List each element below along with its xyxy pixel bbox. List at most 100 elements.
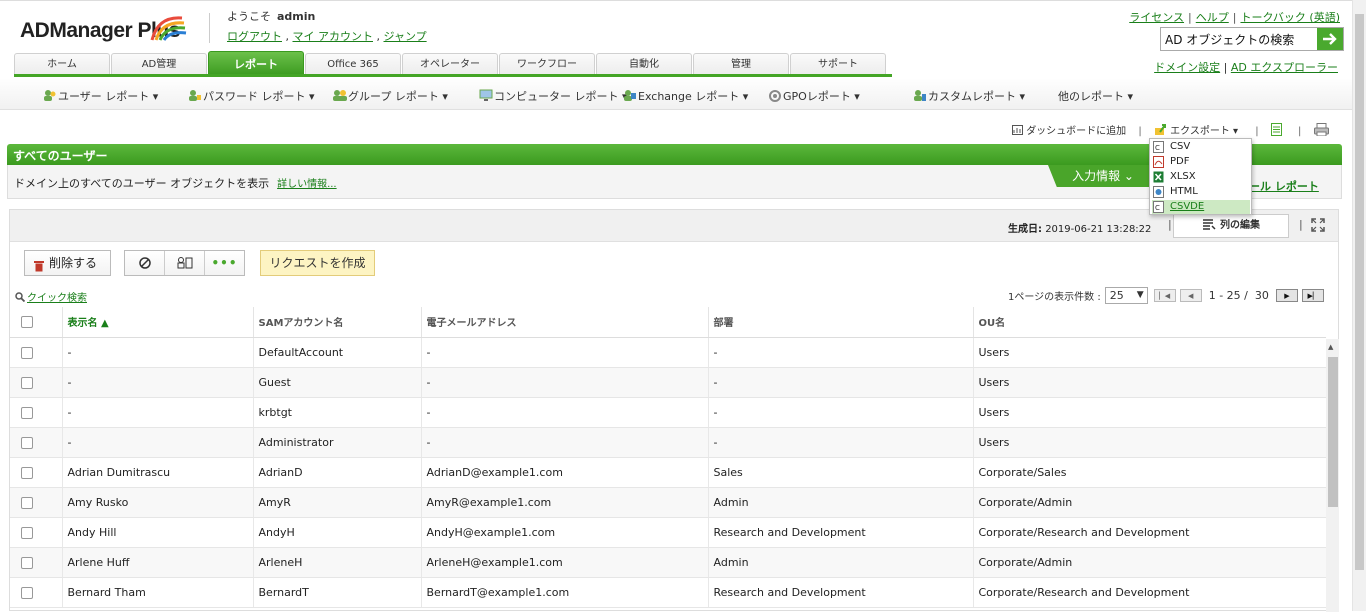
dashboard-icon (1012, 125, 1023, 137)
row-checkbox[interactable] (21, 346, 33, 359)
expand-icon[interactable] (1311, 218, 1325, 235)
more-info-link[interactable]: 詳しい情報... (277, 179, 337, 190)
table-row[interactable]: Adrian Dumitrascu AdrianD AdrianD@example1… (10, 457, 1326, 488)
my-account-link[interactable]: マイ アカウント (293, 30, 374, 43)
export-pdf[interactable]: PDF (1152, 155, 1250, 169)
tab-reports[interactable]: レポート (208, 51, 304, 76)
delete-button[interactable]: 削除する (24, 250, 111, 276)
tab-support[interactable]: サポート (790, 53, 886, 76)
row-checkbox[interactable] (21, 526, 33, 539)
csv-icon: C (1153, 141, 1164, 153)
export-label: PDF (1170, 156, 1190, 167)
row-checkbox[interactable] (21, 466, 33, 479)
cell-sam-account: BernardT (253, 577, 422, 608)
subnav-other-reports[interactable]: 他のレポート ▾ (1058, 88, 1133, 104)
column-ou[interactable]: OU名 (973, 307, 1326, 338)
table-row[interactable]: Andy Hill AndyH AndyH@example1.com Research… (10, 517, 1326, 548)
table-scroll-thumb[interactable] (1328, 357, 1338, 507)
first-page-button[interactable]: ▏◀ (1153, 289, 1176, 302)
edit-columns-button[interactable]: 列の編集 (1173, 214, 1289, 238)
tab-automation[interactable]: 自動化 (596, 53, 692, 76)
subnav-group-reports[interactable]: グループ レポート ▾ (333, 88, 448, 104)
tab-ad-management[interactable]: AD管理 (111, 53, 207, 76)
search-go-button[interactable] (1317, 28, 1343, 50)
report-description: ドメイン上のすべてのユーザー オブジェクトを表示 詳しい情報... (14, 175, 337, 191)
bulk-action-group: ••• (124, 250, 245, 276)
action-separator: | (1297, 126, 1302, 137)
print-icon[interactable] (1313, 123, 1329, 137)
cell-email: - (421, 427, 709, 458)
per-page-select[interactable]: 25 ▼ (1104, 287, 1148, 304)
help-link[interactable]: ヘルプ (1196, 11, 1229, 24)
subnav-gpo-reports[interactable]: GPOレポート ▾ (768, 88, 860, 104)
jump-link[interactable]: ジャンプ (384, 30, 427, 43)
subnav-user-reports[interactable]: ユーザー レポート ▾ (43, 88, 158, 104)
tab-admin[interactable]: 管理 (693, 53, 789, 76)
row-checkbox[interactable] (21, 496, 33, 509)
subnav-computer-reports[interactable]: コンピューター レポート ▾ (479, 88, 628, 104)
export-label: CSVDE (1170, 201, 1205, 212)
tab-office365[interactable]: Office 365 (305, 53, 401, 76)
pdf-icon (1153, 156, 1164, 168)
input-info-toggle[interactable]: 入力情報 ⌄ (1048, 165, 1158, 187)
subnav-exchange-reports[interactable]: Exchange レポート ▾ (623, 88, 748, 104)
export-csv[interactable]: C CSV (1152, 140, 1250, 154)
export-csvde[interactable]: C CSVDE (1152, 200, 1250, 214)
subnav-label: 他のレポート ▾ (1058, 90, 1134, 103)
username: admin (277, 10, 316, 23)
cell-email: BernardT@example1.com (421, 577, 709, 608)
table-row[interactable]: - krbtgt - - Users (10, 397, 1326, 428)
action-separator: | (1138, 126, 1142, 137)
column-email[interactable]: 電子メールアドレス (421, 307, 709, 338)
license-link[interactable]: ライセンス (1129, 11, 1184, 24)
exchange-icon (623, 89, 637, 102)
cell-display-name: - (62, 337, 254, 368)
table-row[interactable]: Amy Rusko AmyR AmyR@example1.com Admin Corpo… (10, 487, 1326, 518)
create-request-button[interactable]: リクエストを作成 (260, 250, 375, 276)
document-icon[interactable] (1270, 123, 1282, 137)
export-xlsx[interactable]: XLSX (1152, 170, 1250, 184)
disable-button[interactable] (125, 251, 165, 275)
row-checkbox[interactable] (21, 376, 33, 389)
cell-email: AndyH@example1.com (421, 517, 709, 548)
talkback-link[interactable]: トークバック (英語) (1240, 11, 1340, 24)
row-checkbox[interactable] (21, 586, 33, 599)
select-all-checkbox[interactable] (21, 315, 33, 328)
report-description-bar: ドメイン上のすべてのユーザー オブジェクトを表示 詳しい情報... 入力情報 ⌄ … (7, 165, 1342, 199)
export-dropdown[interactable]: エクスポート ▾ (1170, 126, 1238, 137)
table-row[interactable]: - DefaultAccount - - Users (10, 337, 1326, 368)
export-label: HTML (1170, 186, 1198, 197)
cell-email: AmyR@example1.com (421, 487, 709, 518)
domain-links: ドメイン設定 | AD エクスプローラー (1154, 61, 1338, 74)
table-row[interactable]: Arlene Huff ArleneH ArleneH@example1.com Ad… (10, 547, 1326, 578)
row-checkbox[interactable] (21, 436, 33, 449)
row-checkbox[interactable] (21, 556, 33, 569)
column-department[interactable]: 部署 (708, 307, 974, 338)
subnav-custom-reports[interactable]: カスタムレポート ▾ (913, 88, 1025, 104)
add-to-dashboard-link[interactable]: ダッシュボードに追加 (1026, 126, 1126, 137)
column-display-name[interactable]: 表示名 ▲ (62, 307, 254, 338)
tab-operators[interactable]: オペレーター (402, 53, 498, 76)
ad-explorer-link[interactable]: AD エクスプローラー (1231, 61, 1338, 74)
more-actions-button[interactable]: ••• (205, 251, 244, 275)
search-input[interactable]: AD オブジェクトの検索 (1161, 28, 1317, 50)
row-checkbox[interactable] (21, 406, 33, 419)
table-row[interactable]: - Guest - - Users (10, 367, 1326, 398)
move-user-button[interactable] (165, 251, 205, 275)
page-scroll-thumb[interactable] (1355, 14, 1364, 570)
table-row[interactable]: Bernard Tham BernardT BernardT@example1.co… (10, 577, 1326, 608)
next-page-button[interactable]: ▶ (1275, 289, 1298, 302)
column-sam-account[interactable]: SAMアカウント名 (253, 307, 422, 338)
subnav-password-reports[interactable]: パスワード レポート ▾ (188, 88, 315, 104)
export-html[interactable]: HTML (1152, 185, 1250, 199)
last-page-button[interactable]: ▶▏ (1301, 289, 1324, 302)
prev-page-button[interactable]: ◀ (1179, 289, 1202, 302)
scroll-up-icon[interactable]: ▲ (1328, 343, 1333, 351)
tab-home[interactable]: ホーム (14, 53, 110, 76)
quick-search-link[interactable]: クイック検索 (27, 293, 87, 304)
logout-link[interactable]: ログアウト (227, 30, 282, 43)
table-row[interactable]: - Administrator - - Users (10, 427, 1326, 458)
domain-settings-link[interactable]: ドメイン設定 (1154, 61, 1220, 74)
ad-object-search[interactable]: AD オブジェクトの検索 (1160, 27, 1344, 51)
tab-workflow[interactable]: ワークフロー (499, 53, 595, 76)
